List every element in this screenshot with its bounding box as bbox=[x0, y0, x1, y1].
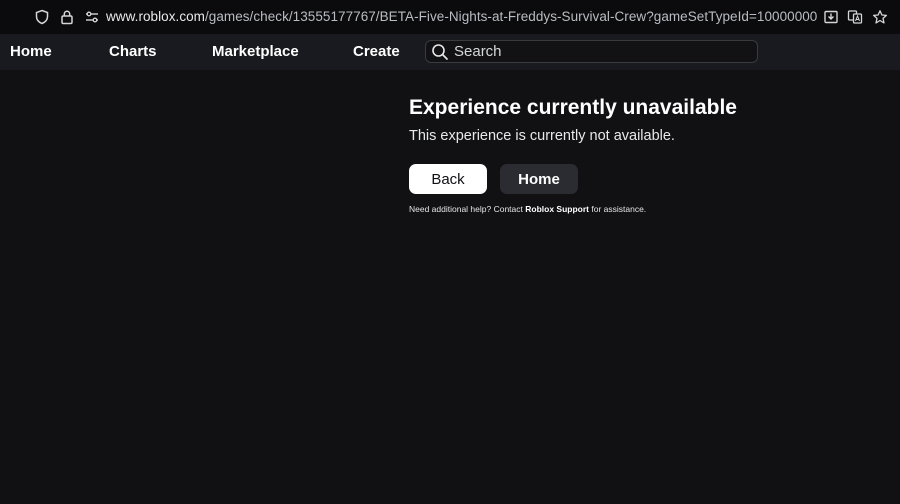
translate-icon[interactable] bbox=[846, 8, 864, 26]
browser-toolbar: www.roblox.com/games/check/13555177767/B… bbox=[0, 0, 900, 34]
roblox-support-link[interactable]: Roblox Support bbox=[525, 204, 589, 214]
help-text: Need additional help? Contact Roblox Sup… bbox=[409, 204, 646, 214]
lock-icon[interactable] bbox=[58, 8, 76, 26]
help-prefix: Need additional help? Contact bbox=[409, 204, 526, 214]
address-bar[interactable]: www.roblox.com/games/check/13555177767/B… bbox=[106, 9, 818, 24]
error-message: This experience is currently not availab… bbox=[409, 128, 675, 144]
search-icon[interactable] bbox=[431, 43, 449, 61]
url-path: /games/check/13555177767/BETA-Five-Night… bbox=[204, 9, 818, 24]
search-input[interactable] bbox=[454, 41, 749, 62]
install-app-icon[interactable] bbox=[822, 8, 840, 26]
nav-home[interactable]: Home bbox=[10, 43, 52, 60]
search-box[interactable] bbox=[425, 40, 758, 63]
back-button[interactable]: Back bbox=[409, 164, 487, 194]
home-button[interactable]: Home bbox=[500, 164, 578, 194]
nav-create[interactable]: Create bbox=[353, 43, 400, 60]
url-host: www.roblox.com bbox=[106, 9, 205, 24]
page-title: Experience currently unavailable bbox=[409, 96, 737, 119]
bookmark-star-icon[interactable] bbox=[871, 8, 889, 26]
nav-marketplace[interactable]: Marketplace bbox=[212, 43, 299, 60]
shield-icon[interactable] bbox=[33, 8, 51, 26]
nav-charts[interactable]: Charts bbox=[109, 43, 157, 60]
help-suffix: for assistance. bbox=[589, 204, 647, 214]
site-settings-icon[interactable] bbox=[83, 8, 101, 26]
